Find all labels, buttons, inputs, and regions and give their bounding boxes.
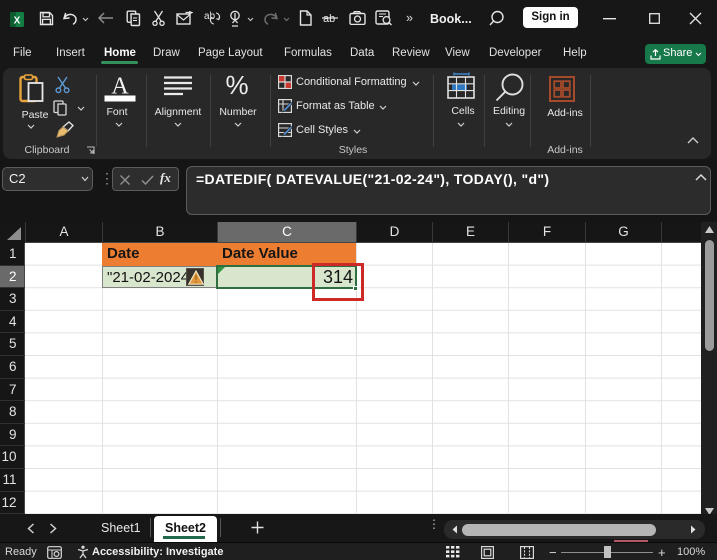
svg-text:ab: ab [323,13,335,25]
svg-text:X: X [14,16,21,27]
svg-text:ab: ab [204,11,216,22]
